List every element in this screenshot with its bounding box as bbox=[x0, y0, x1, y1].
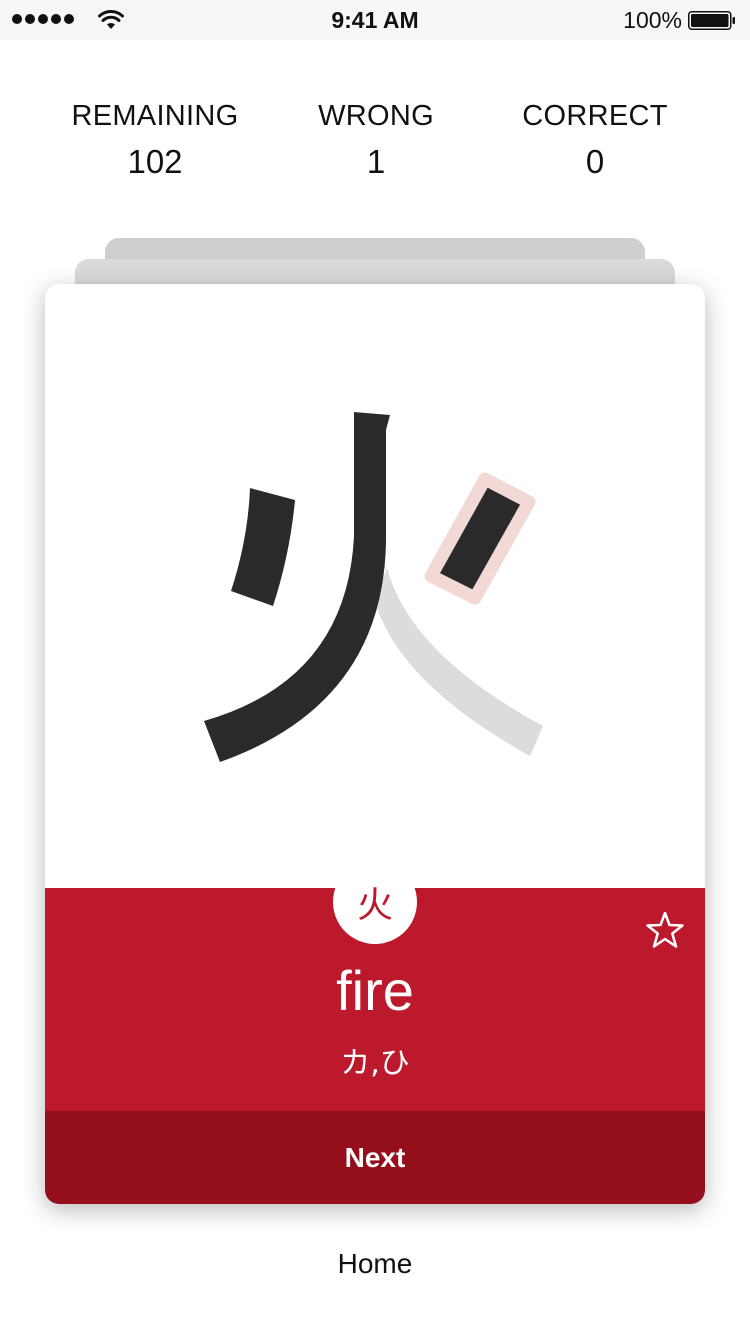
stat-correct: CORRECT 0 bbox=[475, 100, 715, 181]
stat-correct-label: CORRECT bbox=[522, 100, 668, 132]
home-link[interactable]: Home bbox=[0, 1248, 750, 1280]
kanji-reading: カ,ひ bbox=[340, 1046, 410, 1081]
stat-wrong-value: 1 bbox=[366, 143, 386, 180]
flashcard: 火 fire カ,ひ Next bbox=[45, 284, 705, 1204]
battery-percent: 100% bbox=[623, 7, 682, 33]
kanji-meaning: fire bbox=[336, 959, 414, 1022]
kanji-stroke-main bbox=[204, 412, 390, 762]
kanji-strokes bbox=[204, 412, 543, 762]
stats-bar: REMAINING 102 WRONG 1 CORRECT 0 bbox=[0, 100, 750, 190]
stat-correct-value: 0 bbox=[585, 143, 605, 180]
stat-remaining-value: 102 bbox=[127, 143, 183, 180]
star-outline-icon[interactable] bbox=[645, 910, 685, 950]
stat-remaining-label: REMAINING bbox=[71, 100, 239, 132]
kanji-stroke-hint bbox=[424, 472, 536, 605]
answer-panel: 火 fire カ,ひ bbox=[45, 860, 705, 1111]
kanji-badge: 火 bbox=[333, 860, 417, 944]
next-button[interactable]: Next bbox=[45, 1111, 705, 1204]
stat-remaining: REMAINING 102 bbox=[35, 100, 275, 181]
kanji-stroke-left bbox=[231, 488, 295, 606]
battery-icon bbox=[688, 11, 735, 30]
stat-wrong: WRONG 1 bbox=[256, 100, 496, 181]
stat-wrong-label: WRONG bbox=[318, 100, 434, 132]
kanji-drawing-area[interactable] bbox=[45, 284, 705, 888]
status-bar: 9:41 AM 100% bbox=[0, 0, 750, 40]
kanji-badge-text: 火 bbox=[356, 885, 393, 926]
